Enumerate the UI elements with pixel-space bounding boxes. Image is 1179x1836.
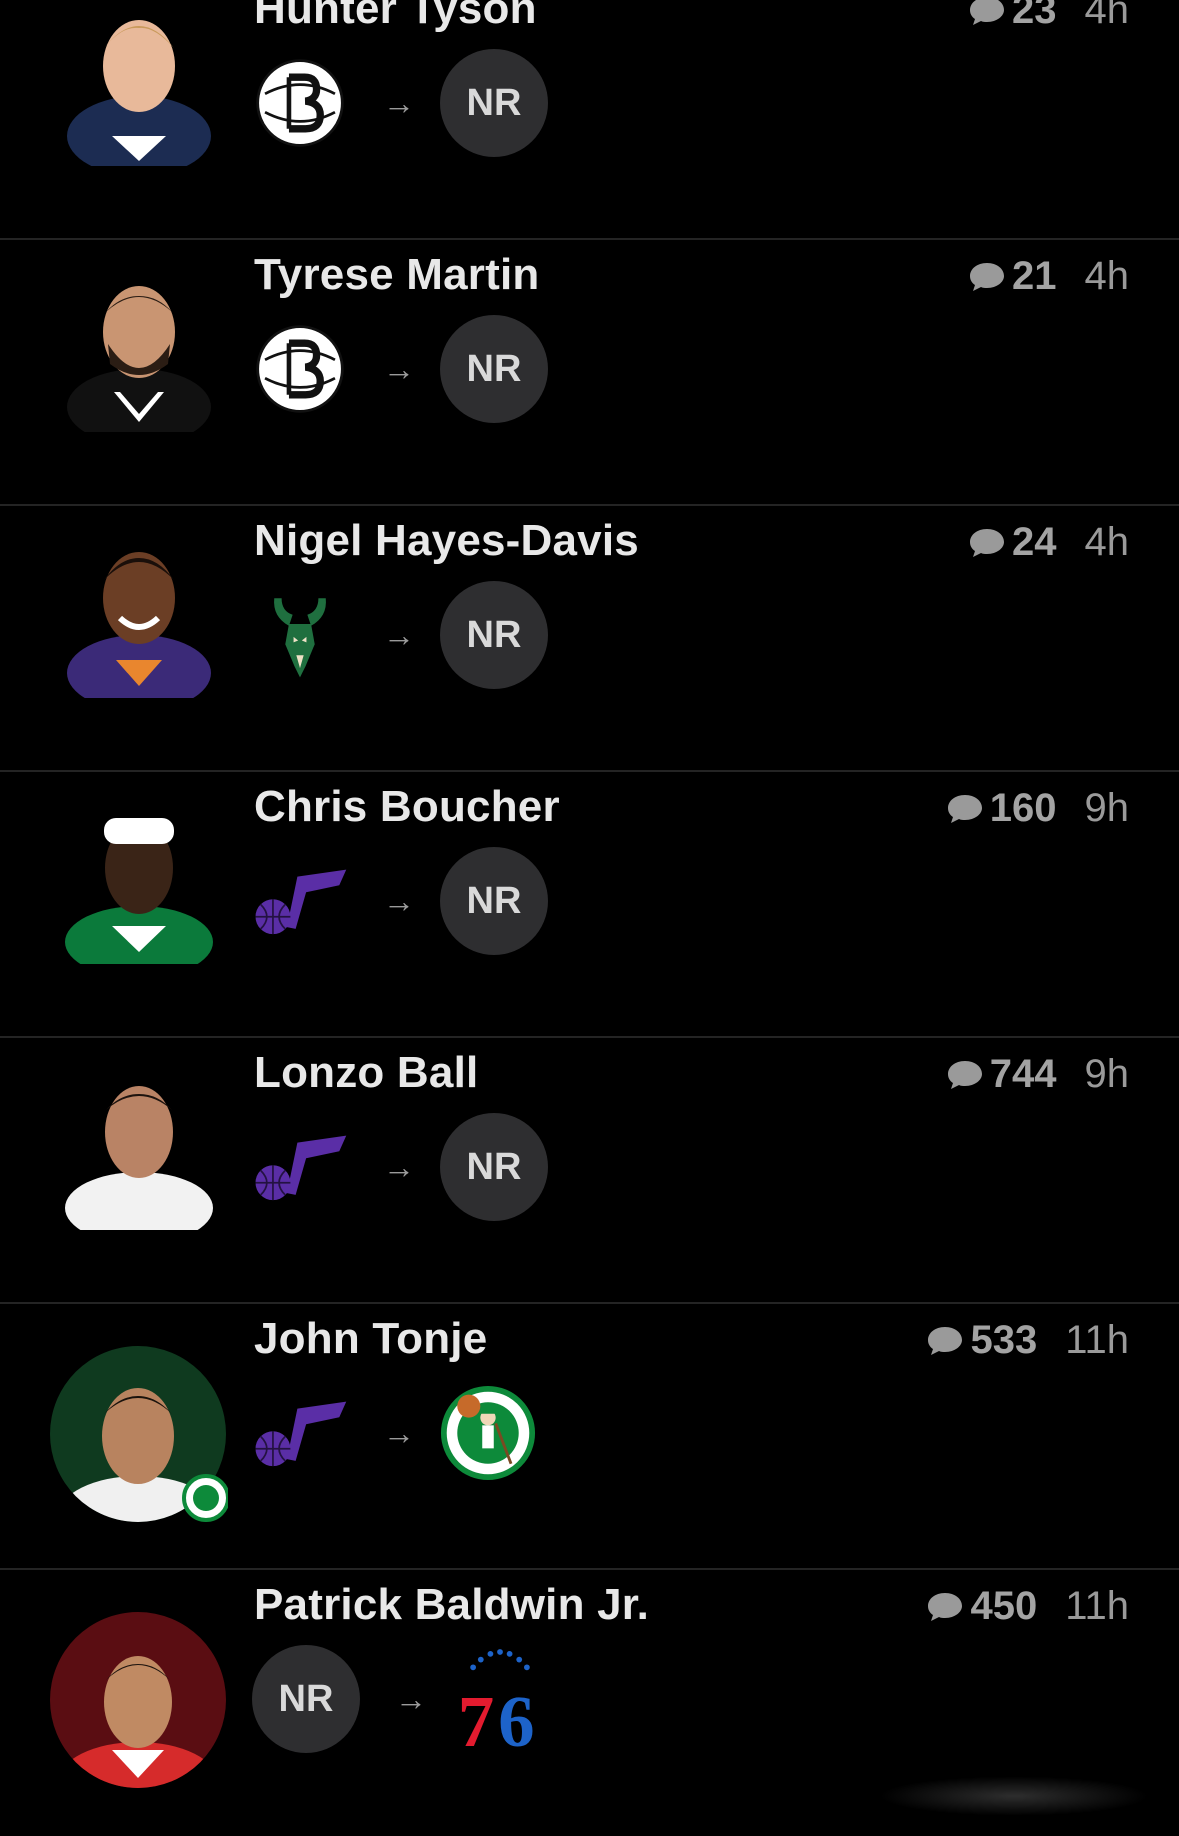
comment-count[interactable]: 450 <box>970 1584 1037 1629</box>
transaction-row-hunter-tyson[interactable]: Hunter Tyson 23 4h → NR <box>0 0 1179 240</box>
player-name[interactable]: Chris Boucher <box>254 782 560 832</box>
not-rostered-badge: NR <box>440 315 548 423</box>
comment-count[interactable]: 744 <box>990 1052 1057 1097</box>
row-meta: 744 9h <box>946 1052 1129 1097</box>
time-ago: 11h <box>1065 1318 1129 1362</box>
arrow-right-icon: → <box>395 1680 427 1717</box>
player-name[interactable]: Tyrese Martin <box>254 250 539 300</box>
comment-count[interactable]: 21 <box>1012 254 1057 299</box>
brooklyn-nets-logo[interactable] <box>252 48 348 158</box>
comment-bubble-icon <box>946 1059 984 1091</box>
player-name[interactable]: Patrick Baldwin Jr. <box>254 1580 649 1630</box>
row-meta: 160 9h <box>946 786 1129 831</box>
team-transfer: → <box>252 1378 536 1488</box>
comment-bubble-icon <box>968 261 1006 293</box>
transaction-row-lonzo-ball[interactable]: Lonzo Ball 744 9h → NR <box>0 1038 1179 1304</box>
utah-jazz-logo[interactable] <box>252 1112 348 1222</box>
comment-bubble-icon <box>968 527 1006 559</box>
team-transfer: → NR <box>252 48 548 158</box>
player-headshot <box>64 1050 214 1230</box>
time-ago: 9h <box>1084 786 1130 830</box>
player-headshot <box>64 784 214 964</box>
arrow-right-icon: → <box>383 84 415 121</box>
not-rostered-badge: NR <box>440 847 548 955</box>
player-headshot <box>64 252 214 432</box>
arrow-right-icon: → <box>383 1148 415 1185</box>
player-headshot <box>64 518 214 698</box>
row-meta: 23 4h <box>968 0 1129 33</box>
row-meta: 533 11h <box>926 1318 1129 1363</box>
player-name[interactable]: Nigel Hayes-Davis <box>254 516 639 566</box>
comment-count[interactable]: 24 <box>1012 520 1057 565</box>
player-name[interactable]: John Tonje <box>254 1314 487 1364</box>
comment-bubble-icon <box>926 1591 964 1623</box>
row-meta: 24 4h <box>968 520 1129 565</box>
comment-count[interactable]: 23 <box>1012 0 1057 33</box>
philadelphia-76ers-logo[interactable] <box>452 1644 548 1754</box>
comment-count[interactable]: 533 <box>970 1318 1037 1363</box>
boston-celtics-logo[interactable] <box>440 1378 536 1488</box>
team-transfer: → NR <box>252 846 548 956</box>
arrow-right-icon: → <box>383 882 415 919</box>
transaction-row-john-tonje[interactable]: John Tonje 533 11h → <box>0 1304 1179 1570</box>
comment-bubble-icon <box>968 0 1006 27</box>
player-name[interactable]: Lonzo Ball <box>254 1048 478 1098</box>
team-transfer: NR → <box>252 1644 548 1754</box>
comment-bubble-icon <box>946 793 984 825</box>
player-name[interactable]: Hunter Tyson <box>254 0 537 34</box>
arrow-right-icon: → <box>383 350 415 387</box>
transaction-row-nigel-hayes-davis[interactable]: Nigel Hayes-Davis 24 4h → NR <box>0 506 1179 772</box>
not-rostered-badge: NR <box>440 1113 548 1221</box>
player-headshot <box>48 1344 228 1524</box>
team-transfer: → NR <box>252 580 548 690</box>
not-rostered-badge: NR <box>440 581 548 689</box>
brooklyn-nets-logo[interactable] <box>252 314 348 424</box>
team-transfer: → NR <box>252 314 548 424</box>
comment-bubble-icon <box>926 1325 964 1357</box>
player-headshot <box>64 0 214 166</box>
time-ago: 4h <box>1084 254 1130 298</box>
time-ago: 11h <box>1065 1584 1129 1628</box>
milwaukee-bucks-logo[interactable] <box>252 580 348 690</box>
watermark <box>879 1776 1149 1816</box>
transaction-row-patrick-baldwin-jr[interactable]: Patrick Baldwin Jr. 450 11h NR → <box>0 1570 1179 1836</box>
utah-jazz-logo[interactable] <box>252 1378 348 1488</box>
row-meta: 450 11h <box>926 1584 1129 1629</box>
row-meta: 21 4h <box>968 254 1129 299</box>
team-transfer: → NR <box>252 1112 548 1222</box>
arrow-right-icon: → <box>383 1414 415 1451</box>
arrow-right-icon: → <box>383 616 415 653</box>
comment-count[interactable]: 160 <box>990 786 1057 831</box>
not-rostered-badge: NR <box>440 49 548 157</box>
not-rostered-badge: NR <box>252 1645 360 1753</box>
transaction-row-tyrese-martin[interactable]: Tyrese Martin 21 4h → NR <box>0 240 1179 506</box>
transaction-row-chris-boucher[interactable]: Chris Boucher 160 9h → NR <box>0 772 1179 1038</box>
time-ago: 4h <box>1084 520 1130 564</box>
player-headshot <box>48 1610 228 1790</box>
utah-jazz-logo[interactable] <box>252 846 348 956</box>
time-ago: 9h <box>1084 1052 1130 1096</box>
time-ago: 4h <box>1084 0 1130 32</box>
